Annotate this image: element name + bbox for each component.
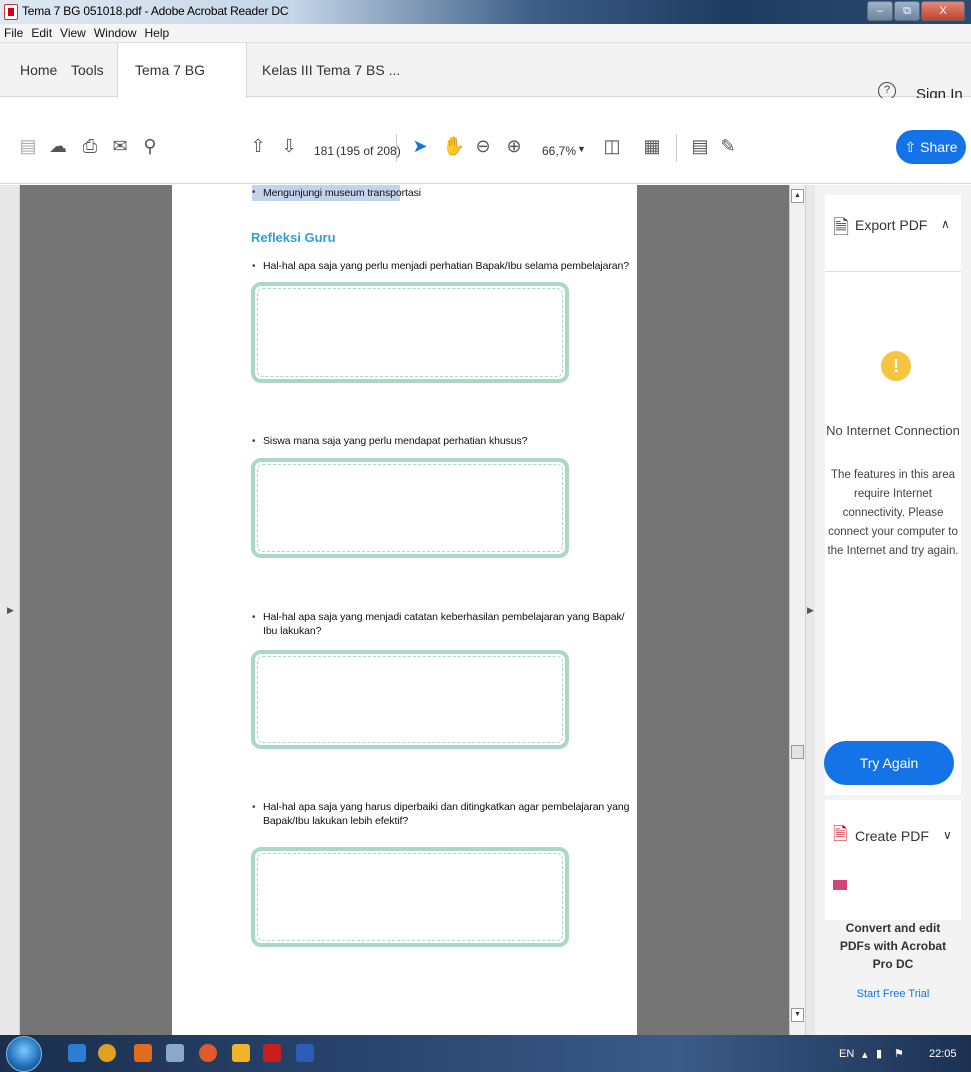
power-icon[interactable]: ▮ <box>876 1047 882 1060</box>
question-4-line-2: Bapak/Ibu lakukan lebih efektif? <box>263 815 409 827</box>
pen-icon[interactable]: ✎ <box>716 136 740 157</box>
export-pdf-label[interactable]: Export PDF <box>855 217 927 233</box>
question-3-line-2: Ibu lakukan? <box>263 625 322 637</box>
answer-box-3 <box>251 650 569 749</box>
answer-box-2 <box>251 458 569 558</box>
right-tools-panel: 🗎 Export PDF ∧ ! No Internet Connection … <box>815 185 971 1035</box>
start-button[interactable] <box>6 1036 42 1072</box>
chrome-icon[interactable] <box>98 1044 116 1062</box>
tab-document-2[interactable]: Kelas III Tema 7 BS ... <box>262 43 400 97</box>
word-icon[interactable] <box>296 1044 314 1062</box>
question-4-line-1: Hal-hal apa saja yang harus diperbaiki d… <box>263 801 630 813</box>
save-icon[interactable]: ▤ <box>16 136 40 157</box>
notes-app-icon[interactable] <box>232 1044 250 1062</box>
scroll-down-arrow-icon[interactable]: ▼ <box>791 1008 804 1022</box>
promo-text: Convert and edit PDFs with Acrobat Pro D… <box>839 921 947 971</box>
firefox-icon[interactable] <box>199 1044 217 1062</box>
start-free-trial-link[interactable]: Start Free Trial <box>815 988 971 1000</box>
no-connection-message: The features in this area require Intern… <box>827 469 959 557</box>
warning-icon: ! <box>881 351 911 381</box>
page-count: (195 of 208) <box>336 144 401 158</box>
try-again-button[interactable]: Try Again <box>824 741 954 785</box>
print-icon[interactable]: ⎙ <box>78 136 102 157</box>
file-explorer-icon[interactable] <box>166 1044 184 1062</box>
create-pdf-label[interactable]: Create PDF <box>855 828 929 844</box>
export-pdf-icon: 🗎 <box>833 217 850 239</box>
window-title: Tema 7 BG 051018.pdf - Adobe Acrobat Rea… <box>22 4 289 18</box>
bullet: • <box>252 612 256 623</box>
tab-document-1[interactable]: Tema 7 BG 051018...× <box>117 43 247 132</box>
language-indicator[interactable]: EN <box>839 1048 854 1060</box>
no-connection-title: No Internet Connection <box>826 423 960 438</box>
share-label: Share <box>920 139 958 155</box>
question-3-line-1: Hal-hal apa saja yang menjadi catatan ke… <box>263 611 625 623</box>
internet-explorer-icon[interactable] <box>68 1044 86 1062</box>
acrobat-taskbar-icon[interactable] <box>263 1044 281 1062</box>
chevron-down-icon[interactable]: ∨ <box>943 828 952 842</box>
divider <box>825 271 961 272</box>
clock[interactable]: 22:05 <box>929 1048 957 1060</box>
window-titlebar: Tema 7 BG 051018.pdf - Adobe Acrobat Rea… <box>0 0 971 24</box>
menu-view[interactable]: View <box>56 24 90 40</box>
menu-bar: File Edit View Window Help <box>0 24 971 43</box>
toolbar-divider <box>676 134 677 162</box>
hand-tool-icon[interactable]: ✋ <box>442 136 466 157</box>
create-pdf-icon: 🗎 <box>833 824 848 844</box>
menu-edit[interactable]: Edit <box>27 24 56 40</box>
top-bullet-text: Mengunjungi museum transportasi <box>263 187 421 199</box>
scrollbar-thumb[interactable] <box>791 745 804 759</box>
vertical-scrollbar[interactable]: ▲ ▼ <box>789 185 805 1035</box>
export-pdf-section: 🗎 Export PDF ∧ ! No Internet Connection … <box>825 195 961 795</box>
bullet: • <box>252 802 256 813</box>
answer-box-1 <box>251 282 569 383</box>
scroll-mode-icon[interactable]: ▦ <box>640 136 664 157</box>
zoom-level-select[interactable]: 66,7% <box>542 144 576 158</box>
page-number-input[interactable]: 181 <box>314 144 334 158</box>
select-cursor-icon[interactable]: ➤ <box>408 136 432 157</box>
restore-button[interactable]: ⧉ <box>894 1 920 21</box>
chevron-up-icon[interactable]: ∧ <box>941 217 950 231</box>
tab-tools[interactable]: Tools <box>71 43 104 97</box>
section-heading: Refleksi Guru <box>251 230 336 245</box>
share-button[interactable]: ⇧ Share <box>896 130 966 164</box>
scroll-up-arrow-icon[interactable]: ▲ <box>791 189 804 203</box>
create-pdf-section: 🗎 Create PDF ∨ <box>825 800 961 920</box>
email-icon[interactable]: ✉ <box>108 136 132 157</box>
zoom-out-icon[interactable]: ⊖ <box>471 136 495 157</box>
bullet: • <box>252 261 256 272</box>
question-2: Siswa mana saja yang perlu mendapat perh… <box>263 435 528 447</box>
zoom-in-icon[interactable]: ⊕ <box>502 136 526 157</box>
acrobat-app-icon <box>4 4 18 20</box>
media-player-icon[interactable] <box>134 1044 152 1062</box>
menu-window[interactable]: Window <box>90 24 141 40</box>
page-up-icon[interactable]: ⇧ <box>246 136 270 157</box>
fit-page-icon[interactable]: ◫ <box>600 136 624 157</box>
bullet: • <box>252 436 256 447</box>
toolbar-divider <box>396 134 397 162</box>
question-1: Hal-hal apa saja yang perlu menjadi perh… <box>263 260 629 272</box>
tab-bar: Home Tools Tema 7 BG 051018...× Kelas II… <box>0 43 971 132</box>
right-pane-toggle[interactable]: ▶ <box>805 185 815 1035</box>
chevron-right-icon: ▶ <box>807 605 814 615</box>
flag-icon[interactable]: ⚑ <box>894 1047 904 1060</box>
close-button[interactable]: X <box>921 1 965 21</box>
tab-home[interactable]: Home <box>20 43 57 97</box>
window-controls: – ⧉ X <box>866 1 965 21</box>
search-icon[interactable]: ⚲ <box>138 136 162 157</box>
left-pane-toggle[interactable]: ▶ <box>0 185 20 1035</box>
edit-pdf-icon <box>833 880 847 890</box>
menu-file[interactable]: File <box>0 24 27 40</box>
share-upload-icon: ⇧ <box>904 139 921 155</box>
menu-help[interactable]: Help <box>141 24 174 40</box>
comment-icon[interactable]: ▤ <box>688 136 712 157</box>
upload-cloud-icon[interactable]: ☁ <box>46 136 70 157</box>
show-hidden-icons-icon[interactable]: ▴ <box>862 1048 868 1061</box>
page-down-icon[interactable]: ⇩ <box>277 136 301 157</box>
chevron-down-icon[interactable]: ▼ <box>577 144 586 154</box>
minimize-button[interactable]: – <box>867 1 893 21</box>
chevron-right-icon: ▶ <box>7 605 14 615</box>
bullet: • <box>252 187 256 198</box>
answer-box-4 <box>251 847 569 947</box>
